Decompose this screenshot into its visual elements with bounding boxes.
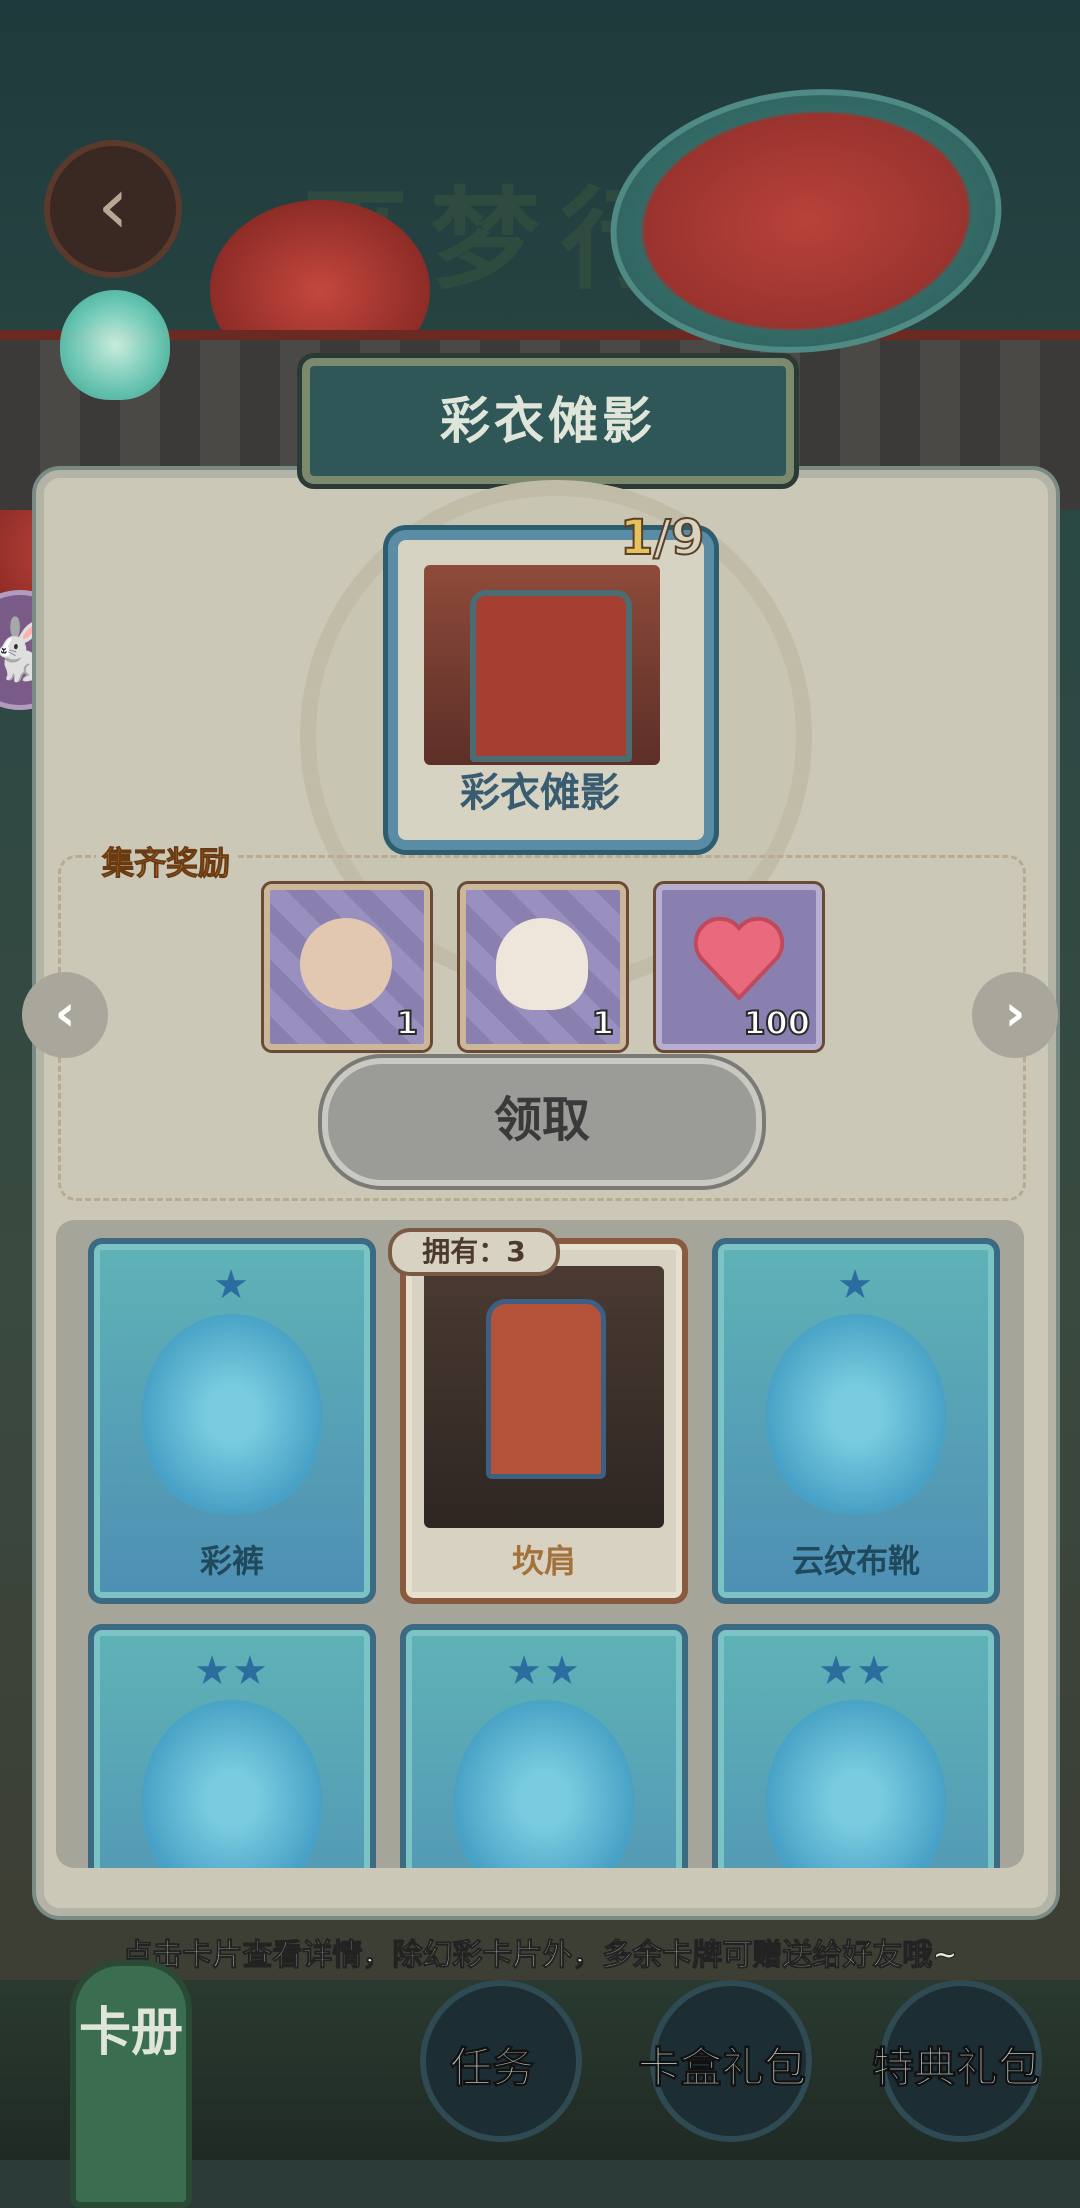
reward-label: 集齐奖励 (96, 838, 237, 884)
card-item[interactable]: ★★ (88, 1624, 376, 1868)
card-item[interactable]: ★ 彩裤 (88, 1238, 376, 1604)
card-box-label: 卡盒礼包 (637, 2043, 806, 2093)
back-arrow-icon: ‹ (97, 159, 129, 252)
flame-placeholder-icon (142, 1700, 322, 1868)
title-banner: 彩衣傩影 (302, 358, 794, 484)
reward-item[interactable]: 1 (460, 884, 626, 1050)
owned-count-badge: 拥有：3 (388, 1228, 560, 1276)
card-name: 坎肩 (511, 1542, 576, 1580)
card-name: 云纹布靴 (791, 1542, 920, 1580)
robe-icon (470, 590, 632, 762)
flame-placeholder-icon (142, 1314, 322, 1514)
vest-icon (486, 1299, 606, 1479)
card-item[interactable]: ★★ (712, 1624, 1000, 1868)
page-title: 彩衣傩影 (440, 392, 656, 450)
collection-progress: 1/9 (619, 509, 705, 567)
card-item[interactable]: ★★ (400, 1624, 688, 1868)
card-grid: ★ 彩裤 坎肩 ★ 云纹布靴 ★★ ★★ ★★ (56, 1220, 1024, 1868)
claim-button[interactable]: 领取 (322, 1058, 762, 1186)
star-rating: ★ (213, 1262, 251, 1308)
chevron-right-icon: › (1004, 984, 1026, 1042)
chevron-left-icon: ‹ (54, 984, 76, 1042)
card-name: 彩裤 (199, 1542, 264, 1580)
progress-current: 1 (619, 509, 654, 567)
reward-item[interactable]: 100 (656, 884, 822, 1050)
special-pack-label: 特典礼包 (871, 2043, 1040, 2093)
heart-icon (693, 916, 785, 1001)
back-button[interactable]: ‹ (44, 140, 182, 278)
set-card-label: 彩衣傩影 (460, 770, 620, 816)
hairstyle-icon (496, 918, 588, 1010)
flame-placeholder-icon (766, 1700, 946, 1868)
task-label: 任务 (449, 2043, 534, 2093)
star-rating: ★★ (506, 1648, 582, 1694)
reward-count: 1 (395, 1003, 419, 1043)
cape-icon (300, 918, 392, 1010)
star-rating: ★★ (194, 1648, 270, 1694)
reward-count: 1 (591, 1003, 615, 1043)
reward-count: 100 (742, 1003, 811, 1043)
progress-total: /9 (652, 509, 705, 567)
flame-placeholder-icon (454, 1700, 634, 1868)
flame-placeholder-icon (766, 1314, 946, 1514)
star-rating: ★★ (818, 1648, 894, 1694)
album-button[interactable]: 卡册 (70, 1960, 192, 2208)
card-item[interactable]: ★ 云纹布靴 (712, 1238, 1000, 1604)
spirit-flame-icon (60, 290, 170, 400)
star-rating: ★ (837, 1262, 875, 1308)
card-item[interactable]: 坎肩 (400, 1238, 688, 1604)
reward-item[interactable]: 1 (264, 884, 430, 1050)
prev-set-button[interactable]: ‹ (22, 972, 108, 1058)
next-set-button[interactable]: › (972, 972, 1058, 1058)
